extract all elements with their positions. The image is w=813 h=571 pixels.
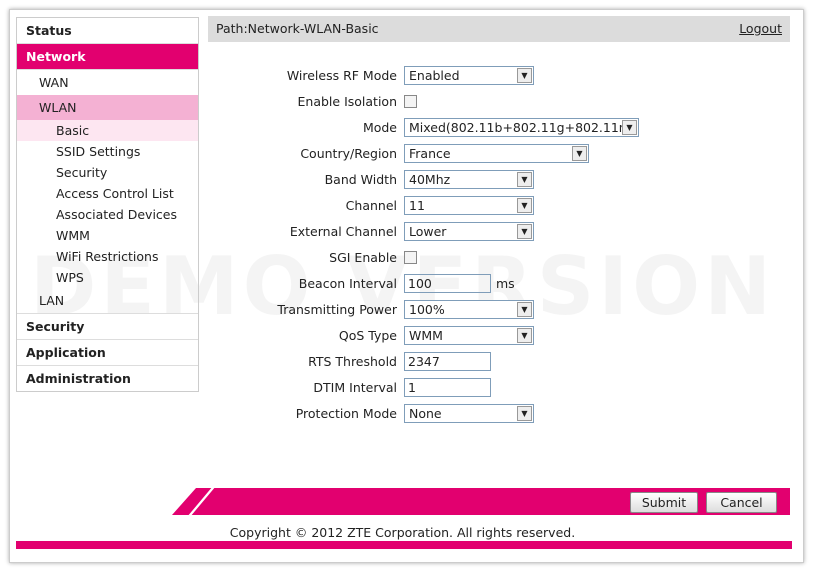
- value: France: [409, 146, 451, 161]
- row-external-channel: External Channel Lower ▼: [208, 222, 790, 242]
- label: External Channel: [289, 224, 397, 239]
- row-mode: Mode Mixed(802.11b+802.11g+802.11n) ▼: [208, 118, 790, 138]
- cancel-button[interactable]: Cancel: [706, 492, 777, 513]
- copyright-text: Copyright © 2012 ZTE Corporation. All ri…: [229, 525, 576, 540]
- value: Mixed(802.11b+802.11g+802.11n): [409, 120, 632, 135]
- submit-button[interactable]: Submit: [630, 492, 698, 513]
- chevron-down-icon: ▼: [517, 302, 532, 317]
- sidebar-status[interactable]: Status: [17, 18, 198, 44]
- label: Protection Mode: [295, 406, 397, 421]
- chevron-down-icon: ▼: [517, 198, 532, 213]
- value: WMM: [409, 328, 443, 343]
- unit: ms: [496, 276, 515, 291]
- row-wireless-rf-mode: Wireless RF Mode Enabled ▼: [208, 66, 790, 86]
- chevron-down-icon: ▼: [517, 328, 532, 343]
- label: SGI Enable: [329, 250, 397, 265]
- sidebar-wlan[interactable]: WLAN: [17, 95, 198, 120]
- row-country: Country/Region France ▼: [208, 144, 790, 164]
- row-sgi-enable: SGI Enable: [208, 248, 790, 268]
- label: Wireless RF Mode: [286, 68, 397, 83]
- external-channel-select[interactable]: Lower ▼: [404, 222, 534, 241]
- row-qos-type: QoS Type WMM ▼: [208, 326, 790, 346]
- sidebar-ssid-settings[interactable]: SSID Settings: [17, 141, 198, 162]
- label: Mode: [362, 120, 397, 135]
- sidebar-application[interactable]: Application: [17, 340, 198, 366]
- mode-select[interactable]: Mixed(802.11b+802.11g+802.11n) ▼: [404, 118, 639, 137]
- protection-mode-select[interactable]: None ▼: [404, 404, 534, 423]
- row-channel: Channel 11 ▼: [208, 196, 790, 216]
- label: RTS Threshold: [308, 354, 397, 369]
- chevron-down-icon: ▼: [517, 68, 532, 83]
- copyright: Copyright © 2012 ZTE Corporation. All ri…: [0, 525, 813, 540]
- sidebar: Status Network WAN WLAN Basic SSID Setti…: [16, 17, 199, 392]
- qos-type-select[interactable]: WMM ▼: [404, 326, 534, 345]
- value: 100%: [409, 302, 445, 317]
- row-band-width: Band Width 40Mhz ▼: [208, 170, 790, 190]
- value: 11: [409, 198, 425, 213]
- chevron-down-icon: ▼: [517, 172, 532, 187]
- sgi-enable-checkbox[interactable]: [404, 251, 417, 264]
- label: Country/Region: [300, 146, 397, 161]
- row-dtim-interval: DTIM Interval 1: [208, 378, 790, 398]
- channel-select[interactable]: 11 ▼: [404, 196, 534, 215]
- label: Band Width: [324, 172, 397, 187]
- transmitting-power-select[interactable]: 100% ▼: [404, 300, 534, 319]
- chevron-down-icon: ▼: [622, 120, 637, 135]
- sidebar-wlan-basic[interactable]: Basic: [17, 120, 198, 141]
- rts-threshold-input[interactable]: 2347: [404, 352, 491, 371]
- sidebar-security[interactable]: Security: [17, 314, 198, 340]
- value: Enabled: [409, 68, 460, 83]
- row-rts-threshold: RTS Threshold 2347: [208, 352, 790, 372]
- chevron-down-icon: ▼: [517, 224, 532, 239]
- band-width-select[interactable]: 40Mhz ▼: [404, 170, 534, 189]
- value: Lower: [409, 224, 447, 239]
- label: Channel: [345, 198, 397, 213]
- path-header: Path:Network-WLAN-Basic Logout: [208, 16, 790, 42]
- label: QoS Type: [338, 328, 397, 343]
- breadcrumb: Path:Network-WLAN-Basic: [216, 21, 379, 36]
- value: 40Mhz: [409, 172, 451, 187]
- row-enable-isolation: Enable Isolation: [208, 92, 790, 112]
- sidebar-wps[interactable]: WPS: [17, 267, 198, 288]
- sidebar-wlan-security[interactable]: Security: [17, 162, 198, 183]
- sidebar-administration[interactable]: Administration: [17, 366, 198, 391]
- label: Transmitting Power: [277, 302, 397, 317]
- chevron-down-icon: ▼: [517, 406, 532, 421]
- row-protection-mode: Protection Mode None ▼: [208, 404, 790, 424]
- beacon-interval-input[interactable]: 100: [404, 274, 491, 293]
- label: Beacon Interval: [298, 276, 397, 291]
- label: DTIM Interval: [313, 380, 397, 395]
- sidebar-network[interactable]: Network: [17, 44, 198, 70]
- country-select[interactable]: France ▼: [404, 144, 589, 163]
- row-transmitting-power: Transmitting Power 100% ▼: [208, 300, 790, 320]
- sidebar-associated-devices[interactable]: Associated Devices: [17, 204, 198, 225]
- sidebar-access-control-list[interactable]: Access Control List: [17, 183, 198, 204]
- footer-bar: [16, 541, 792, 549]
- dtim-interval-input[interactable]: 1: [404, 378, 491, 397]
- sidebar-lan[interactable]: LAN: [17, 288, 198, 314]
- sidebar-wifi-restrictions[interactable]: WiFi Restrictions: [17, 246, 198, 267]
- value: None: [409, 406, 442, 421]
- label: Enable Isolation: [297, 94, 397, 109]
- sidebar-wmm[interactable]: WMM: [17, 225, 198, 246]
- row-beacon-interval: Beacon Interval 100 ms: [208, 274, 790, 294]
- wireless-rf-mode-select[interactable]: Enabled ▼: [404, 66, 534, 85]
- chevron-down-icon: ▼: [572, 146, 587, 161]
- logout-link[interactable]: Logout: [739, 16, 782, 42]
- enable-isolation-checkbox[interactable]: [404, 95, 417, 108]
- sidebar-wan[interactable]: WAN: [17, 70, 198, 95]
